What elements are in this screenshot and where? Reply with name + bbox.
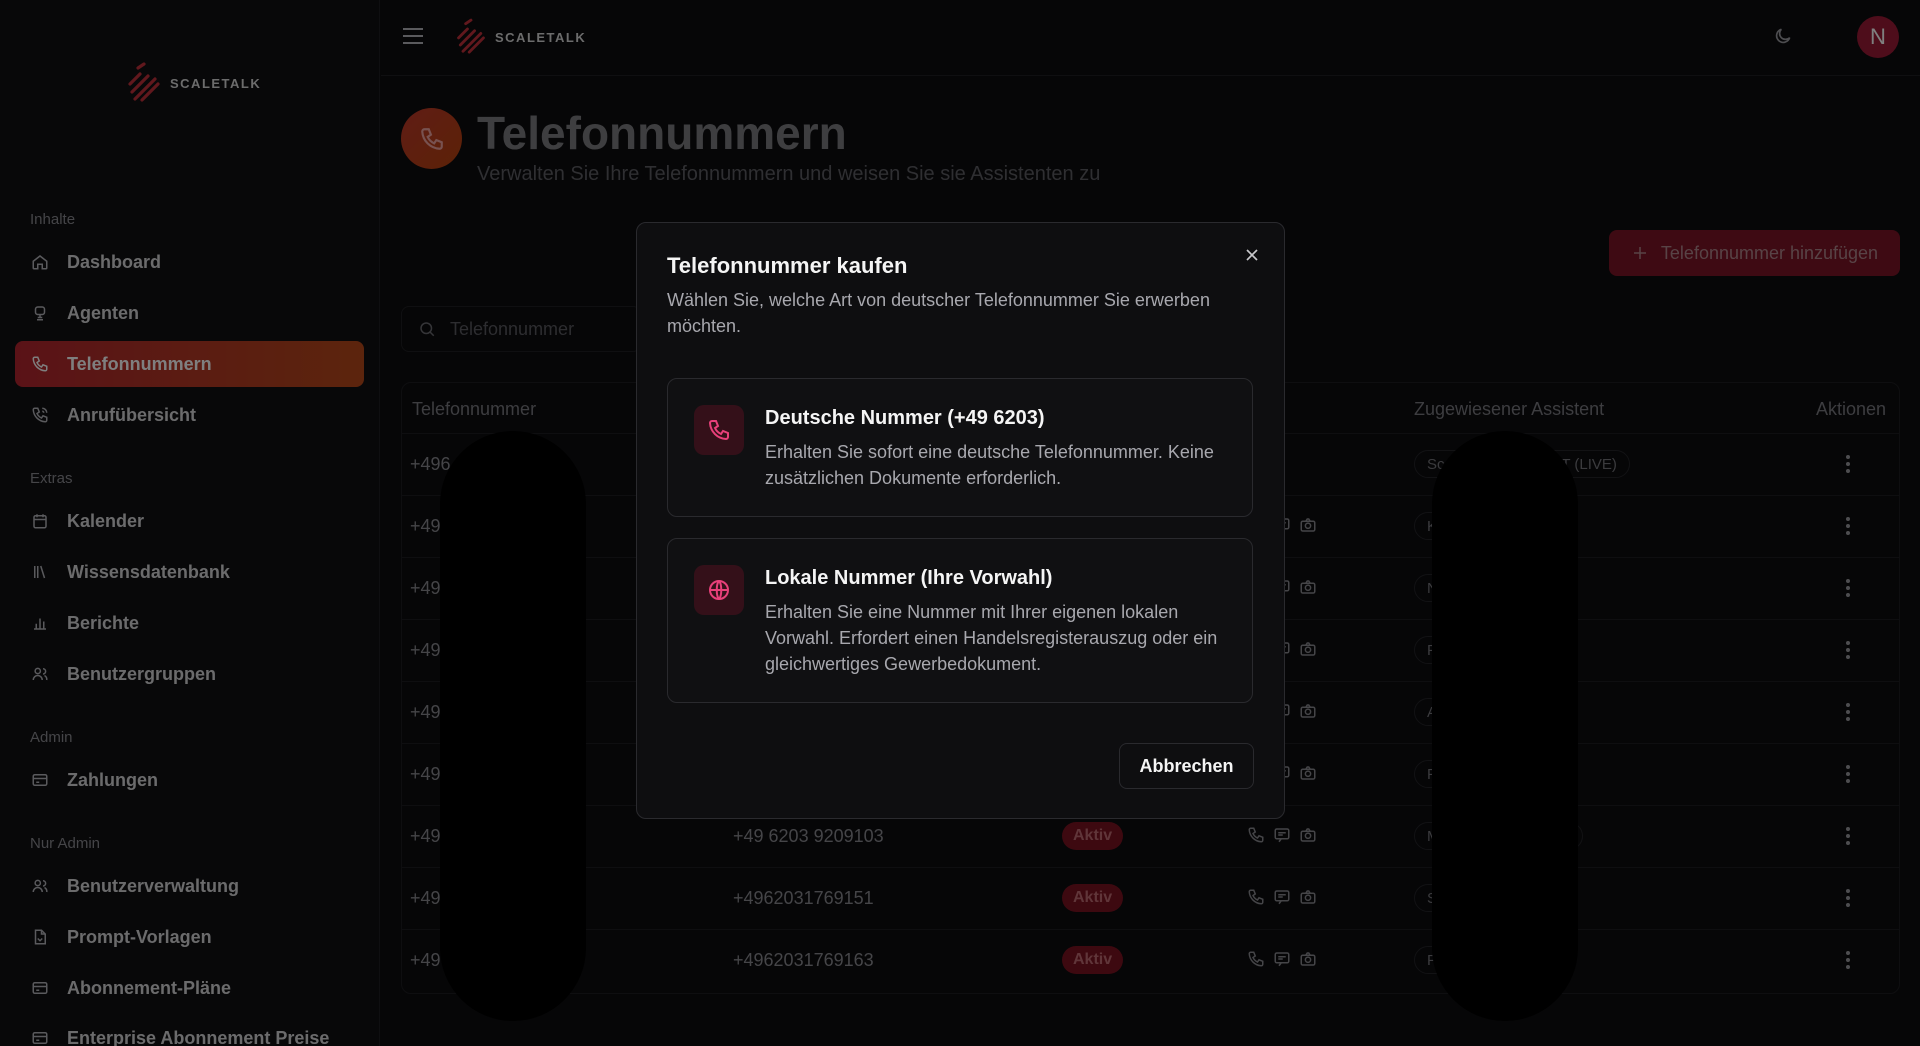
- option-description: Erhalten Sie eine Nummer mit Ihrer eigen…: [765, 602, 1218, 674]
- option-description: Erhalten Sie sofort eine deutsche Telefo…: [765, 442, 1214, 488]
- cancel-button[interactable]: Abbrechen: [1119, 743, 1254, 789]
- buy-number-dialog: Telefonnummer kaufen Wählen Sie, welche …: [636, 222, 1285, 819]
- option-local-number[interactable]: Lokale Nummer (Ihre Vorwahl) Erhalten Si…: [667, 538, 1253, 703]
- option-title: Lokale Nummer (Ihre Vorwahl): [765, 567, 1053, 589]
- close-icon: [1246, 249, 1258, 261]
- dialog-title: Telefonnummer kaufen: [667, 253, 908, 278]
- dialog-description: Wählen Sie, welche Art von deutscher Tel…: [667, 290, 1210, 336]
- option-german-number[interactable]: Deutsche Nummer (+49 6203) Erhalten Sie …: [667, 378, 1253, 517]
- option-title: Deutsche Nummer (+49 6203): [765, 407, 1045, 429]
- option-icon: [694, 565, 744, 615]
- globe-icon: [709, 580, 729, 600]
- phone-icon: [708, 420, 729, 441]
- close-button[interactable]: [1242, 245, 1262, 265]
- option-icon: [694, 405, 744, 455]
